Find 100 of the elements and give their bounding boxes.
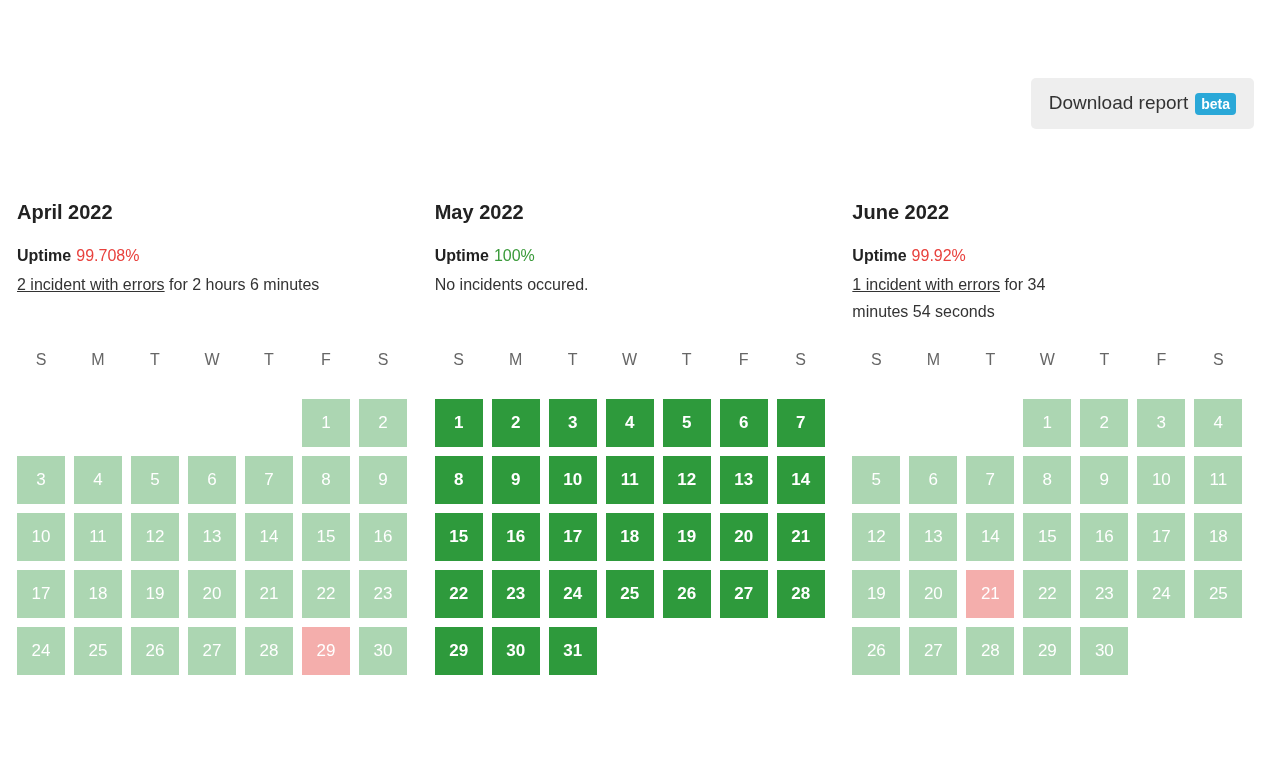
day-cell[interactable]: 11 xyxy=(74,513,122,561)
day-cell[interactable]: 17 xyxy=(17,570,65,618)
day-cell[interactable]: 3 xyxy=(1137,399,1186,447)
day-cell[interactable]: 4 xyxy=(605,399,654,447)
day-cell[interactable]: 2 xyxy=(359,399,407,447)
uptime-value: 100% xyxy=(493,246,535,266)
day-cell[interactable]: 18 xyxy=(74,570,122,618)
day-cell[interactable]: 31 xyxy=(548,627,597,675)
day-cell[interactable]: 4 xyxy=(74,456,122,504)
day-cell[interactable]: 23 xyxy=(491,570,540,618)
incident-link[interactable]: 2 incident with errors xyxy=(17,276,165,293)
day-cell[interactable]: 15 xyxy=(1023,513,1072,561)
day-cell[interactable]: 11 xyxy=(1194,456,1243,504)
day-cell[interactable]: 6 xyxy=(909,456,958,504)
weekday-label: S xyxy=(34,350,48,370)
uptime-value: 99.708% xyxy=(76,246,140,266)
day-cell[interactable]: 9 xyxy=(491,456,540,504)
day-cell[interactable]: 20 xyxy=(719,513,768,561)
day-cell[interactable]: 28 xyxy=(245,627,293,675)
day-cell[interactable]: 29 xyxy=(434,627,483,675)
day-cell[interactable]: 19 xyxy=(662,513,711,561)
day-cell[interactable]: 5 xyxy=(662,399,711,447)
day-cell[interactable]: 18 xyxy=(605,513,654,561)
day-cell[interactable]: 14 xyxy=(776,456,825,504)
day-cell[interactable]: 14 xyxy=(245,513,293,561)
day-cell[interactable]: 12 xyxy=(662,456,711,504)
day-cell[interactable]: 4 xyxy=(1194,399,1243,447)
month-title: June 2022 xyxy=(852,200,951,225)
day-cell[interactable]: 18 xyxy=(1194,513,1243,561)
day-cell[interactable]: 15 xyxy=(302,513,350,561)
day-cell[interactable]: 14 xyxy=(966,513,1015,561)
day-cell[interactable]: 7 xyxy=(776,399,825,447)
day-cell[interactable]: 21 xyxy=(776,513,825,561)
day-cell[interactable]: 8 xyxy=(1023,456,1072,504)
day-cell[interactable]: 10 xyxy=(548,456,597,504)
day-cell[interactable]: 2 xyxy=(1080,399,1129,447)
day-cell[interactable]: 27 xyxy=(719,570,768,618)
day-cell[interactable]: 16 xyxy=(359,513,407,561)
day-cell[interactable]: 30 xyxy=(1080,627,1129,675)
day-cell[interactable]: 5 xyxy=(852,456,901,504)
day-cell[interactable]: 9 xyxy=(1080,456,1129,504)
day-cell[interactable]: 26 xyxy=(852,627,901,675)
day-cell[interactable]: 24 xyxy=(1137,570,1186,618)
day-cell[interactable]: 13 xyxy=(909,513,958,561)
day-cell[interactable]: 10 xyxy=(1137,456,1186,504)
day-cell[interactable]: 6 xyxy=(188,456,236,504)
day-cell[interactable]: 23 xyxy=(1080,570,1129,618)
day-cell[interactable]: 16 xyxy=(1080,513,1129,561)
day-cell[interactable]: 11 xyxy=(605,456,654,504)
day-cell[interactable]: 23 xyxy=(359,570,407,618)
day-cell[interactable]: 1 xyxy=(1023,399,1072,447)
day-cell[interactable]: 10 xyxy=(17,513,65,561)
day-cell[interactable]: 27 xyxy=(188,627,236,675)
day-cell[interactable]: 30 xyxy=(491,627,540,675)
day-cell[interactable]: 17 xyxy=(548,513,597,561)
day-cell[interactable]: 13 xyxy=(188,513,236,561)
day-cell[interactable]: 3 xyxy=(548,399,597,447)
day-cell[interactable]: 19 xyxy=(131,570,179,618)
day-cell[interactable]: 19 xyxy=(852,570,901,618)
day-cell[interactable]: 30 xyxy=(359,627,407,675)
day-cell[interactable]: 12 xyxy=(852,513,901,561)
day-cell[interactable]: 16 xyxy=(491,513,540,561)
day-cell[interactable]: 27 xyxy=(909,627,958,675)
weekday-label: T xyxy=(566,350,579,370)
incident-summary: 2 incident with errors for 2 hours 6 minutes xyxy=(17,275,321,295)
day-cell[interactable]: 22 xyxy=(302,570,350,618)
day-cell[interactable]: 15 xyxy=(434,513,483,561)
day-cell[interactable]: 22 xyxy=(1023,570,1072,618)
day-cell[interactable]: 22 xyxy=(434,570,483,618)
day-cell[interactable]: 3 xyxy=(17,456,65,504)
day-cell[interactable]: 29 xyxy=(1023,627,1072,675)
day-cell[interactable]: 26 xyxy=(662,570,711,618)
day-cell[interactable]: 9 xyxy=(359,456,407,504)
day-cell[interactable]: 6 xyxy=(719,399,768,447)
day-cell[interactable]: 8 xyxy=(302,456,350,504)
day-cell[interactable]: 5 xyxy=(131,456,179,504)
day-cell[interactable]: 7 xyxy=(245,456,293,504)
day-cell[interactable]: 28 xyxy=(966,627,1015,675)
day-cell[interactable]: 25 xyxy=(605,570,654,618)
download-report-button[interactable]: Download report beta xyxy=(1030,78,1254,129)
day-cell[interactable]: 29 xyxy=(302,627,350,675)
day-cell[interactable]: 13 xyxy=(719,456,768,504)
day-cell[interactable]: 24 xyxy=(17,627,65,675)
day-cell[interactable]: 2 xyxy=(491,399,540,447)
day-cell[interactable]: 21 xyxy=(245,570,293,618)
day-cell[interactable]: 20 xyxy=(909,570,958,618)
day-cell[interactable]: 28 xyxy=(776,570,825,618)
day-cell[interactable]: 24 xyxy=(548,570,597,618)
day-cell[interactable]: 25 xyxy=(74,627,122,675)
day-cell[interactable]: 25 xyxy=(1194,570,1243,618)
day-cell[interactable]: 8 xyxy=(434,456,483,504)
day-cell[interactable]: 17 xyxy=(1137,513,1186,561)
incident-link[interactable]: 1 incident with errors xyxy=(852,276,1000,293)
day-cell[interactable]: 20 xyxy=(188,570,236,618)
day-cell[interactable]: 12 xyxy=(131,513,179,561)
day-cell[interactable]: 21 xyxy=(966,570,1015,618)
day-cell[interactable]: 7 xyxy=(966,456,1015,504)
day-cell[interactable]: 26 xyxy=(131,627,179,675)
day-cell[interactable]: 1 xyxy=(434,399,483,447)
day-cell[interactable]: 1 xyxy=(302,399,350,447)
